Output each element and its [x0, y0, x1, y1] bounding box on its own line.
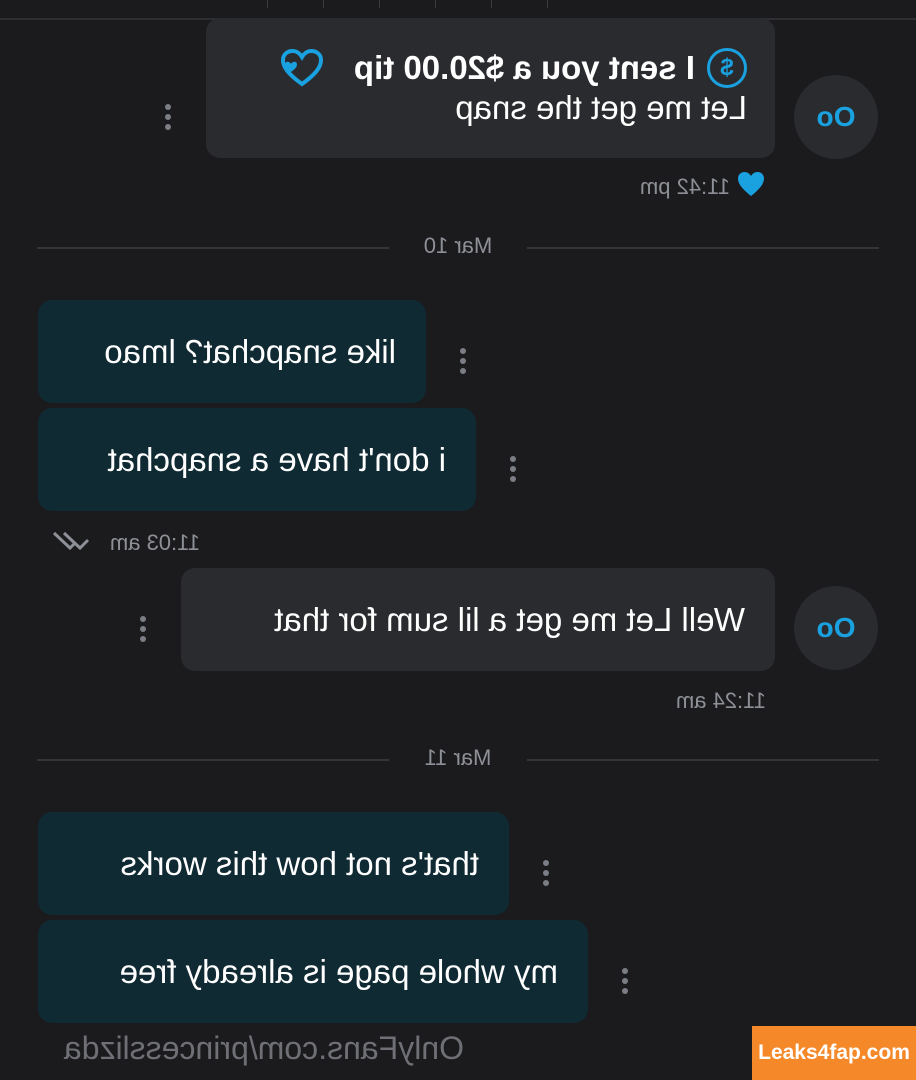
message-options-icon[interactable]	[140, 616, 146, 642]
date-separator: Mar 10	[37, 233, 879, 263]
dollar-coin-icon: $	[707, 48, 747, 88]
message-options-icon[interactable]	[510, 456, 516, 482]
tip-message-text: Let me get the snap	[455, 89, 747, 126]
message-text: my whole page is already free	[119, 952, 558, 990]
avatar[interactable]: Oo	[794, 586, 878, 670]
date-separator: Mar 11	[37, 745, 879, 775]
mirrored-chat-view: Oo $ I sent you a $20.00 tip Let me get …	[0, 0, 916, 1080]
heart-outline-icon[interactable]	[280, 48, 324, 88]
message-timestamp: 11:42 pm	[639, 174, 730, 199]
message-text: that's not how this works	[120, 844, 479, 882]
message-timestamp: 11:03 am	[109, 530, 200, 555]
outgoing-message-bubble[interactable]: Well Let me get a lil sum for that	[181, 568, 775, 671]
tip-row: $ I sent you a $20.00 tip	[236, 48, 747, 88]
message-text: Well Let me get a lil sum for that	[274, 600, 745, 638]
date-label: Mar 10	[423, 233, 493, 258]
top-tick-marks	[0, 0, 916, 10]
incoming-message-bubble[interactable]: i don't have a snapchat	[38, 408, 476, 511]
message-options-icon[interactable]	[622, 968, 628, 994]
message-text: like snapchat? lmao	[104, 332, 396, 370]
site-badge: Leaks4fap.com	[752, 1026, 916, 1080]
date-label: Mar 11	[424, 745, 492, 770]
watermark-text: OnlyFans.com/princesslizda	[63, 1030, 464, 1066]
message-options-icon[interactable]	[165, 104, 171, 130]
double-check-read-icon	[52, 531, 90, 551]
incoming-message-bubble[interactable]: that's not how this works	[38, 812, 509, 915]
liked-heart-icon[interactable]	[736, 170, 766, 198]
incoming-message-bubble[interactable]: like snapchat? lmao	[38, 300, 426, 403]
message-text: i don't have a snapchat	[107, 440, 446, 478]
tip-message-bubble[interactable]: $ I sent you a $20.00 tip Let me get the…	[206, 18, 775, 158]
message-options-icon[interactable]	[543, 860, 549, 886]
message-options-icon[interactable]	[460, 348, 466, 374]
tip-text: I sent you a $20.00 tip	[353, 49, 695, 86]
avatar[interactable]: Oo	[794, 75, 878, 159]
avatar-initials: Oo	[816, 101, 856, 132]
message-timestamp: 11:24 am	[675, 688, 766, 713]
incoming-message-bubble[interactable]: my whole page is already free	[38, 920, 588, 1023]
avatar-initials: Oo	[816, 612, 856, 643]
